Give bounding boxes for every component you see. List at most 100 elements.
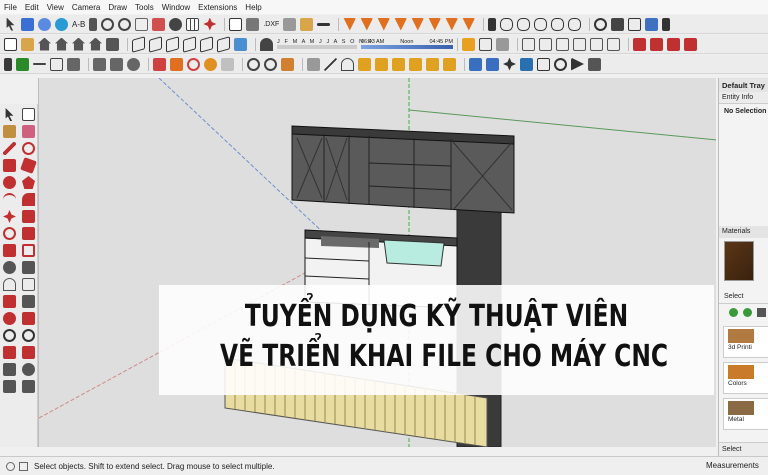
freehand-icon[interactable] <box>22 142 35 155</box>
protractor-icon[interactable] <box>341 57 354 71</box>
axes-icon[interactable] <box>16 57 29 71</box>
orbit-icon[interactable] <box>38 17 51 31</box>
component-icon[interactable] <box>628 17 642 31</box>
cone-icon[interactable] <box>343 17 357 31</box>
home-icon[interactable] <box>38 37 51 51</box>
shadow-icon[interactable] <box>260 37 273 51</box>
select-footer[interactable]: Select <box>719 442 768 456</box>
line-icon[interactable] <box>33 63 46 65</box>
top-view-icon[interactable] <box>539 37 552 51</box>
trash-icon[interactable] <box>520 57 533 71</box>
extension-icon[interactable] <box>684 37 697 51</box>
axes-icon[interactable] <box>3 295 16 308</box>
grid-icon[interactable] <box>186 17 200 31</box>
circle-icon[interactable] <box>3 176 16 189</box>
new-file-icon[interactable] <box>4 37 17 51</box>
stretch-icon[interactable] <box>358 57 371 71</box>
glasses-icon[interactable] <box>500 17 514 31</box>
glasses-icon[interactable] <box>568 17 582 31</box>
rotate-icon[interactable] <box>101 17 115 31</box>
text-icon[interactable] <box>50 57 63 71</box>
ruler-icon[interactable] <box>307 57 320 71</box>
section-plane-icon[interactable] <box>462 37 475 51</box>
menu-camera[interactable]: Camera <box>72 3 100 12</box>
camera-icon[interactable] <box>153 57 166 71</box>
settings-icon[interactable] <box>588 57 601 71</box>
stretch-icon[interactable] <box>409 57 422 71</box>
box-icon[interactable] <box>200 35 213 53</box>
brush-icon[interactable] <box>469 57 482 71</box>
orbit-icon[interactable] <box>3 312 16 325</box>
slash-icon[interactable] <box>324 57 337 71</box>
shadow-date-slider[interactable]: J F M A M J J A S O N D <box>277 39 372 49</box>
cone-icon[interactable] <box>462 17 476 31</box>
tape-measure-label[interactable]: A-B <box>72 20 85 29</box>
stretch-icon[interactable] <box>392 57 405 71</box>
box-icon[interactable] <box>149 35 162 53</box>
move-icon[interactable] <box>3 210 16 223</box>
person-icon[interactable] <box>93 57 106 71</box>
home-icon[interactable] <box>55 37 68 51</box>
box-icon[interactable] <box>132 35 145 53</box>
folder-icon[interactable] <box>300 17 314 31</box>
cone-icon[interactable] <box>428 17 442 31</box>
material-folder-metal[interactable]: Metal <box>723 398 768 430</box>
materials-header[interactable]: Materials <box>719 226 768 238</box>
front-view-icon[interactable] <box>556 37 569 51</box>
walk-icon[interactable] <box>3 380 16 393</box>
box-icon[interactable] <box>234 37 247 51</box>
import-icon[interactable] <box>246 17 260 31</box>
stretch-icon[interactable] <box>443 57 456 71</box>
back-view-icon[interactable] <box>590 37 603 51</box>
back-icon[interactable] <box>729 308 738 317</box>
offset-icon[interactable] <box>22 244 35 257</box>
follow-me-icon[interactable] <box>22 227 35 240</box>
cursor-icon[interactable] <box>488 17 497 31</box>
warehouse-icon[interactable] <box>667 37 680 51</box>
menu-edit[interactable]: Edit <box>25 3 39 12</box>
menu-file[interactable]: File <box>4 3 17 12</box>
pin-icon[interactable] <box>4 57 12 71</box>
protractor-icon[interactable] <box>3 278 16 291</box>
position-camera-icon[interactable] <box>3 363 16 376</box>
menu-extensions[interactable]: Extensions <box>198 3 237 12</box>
dimension-icon[interactable] <box>67 57 80 71</box>
refresh-icon[interactable] <box>118 17 132 31</box>
cone-icon[interactable] <box>411 17 425 31</box>
date-slider-track[interactable] <box>277 45 357 49</box>
glasses-icon[interactable] <box>551 17 565 31</box>
cone-icon[interactable] <box>360 17 374 31</box>
layout-icon[interactable] <box>283 17 297 31</box>
open-icon[interactable] <box>21 37 34 51</box>
stretch-icon[interactable] <box>375 57 388 71</box>
section-fill-icon[interactable] <box>496 37 509 51</box>
paint-bucket-icon[interactable] <box>21 17 34 31</box>
eraser-icon[interactable] <box>22 125 35 138</box>
stretch-icon[interactable] <box>426 57 439 71</box>
pie-icon[interactable] <box>22 193 35 206</box>
entity-info-header[interactable]: Entity Info <box>719 92 768 104</box>
select-icon[interactable] <box>5 108 14 121</box>
box-icon[interactable] <box>166 35 179 53</box>
text-icon[interactable] <box>22 278 35 291</box>
circle-icon[interactable] <box>187 57 200 71</box>
brush-icon[interactable] <box>486 57 499 71</box>
time-slider-track[interactable] <box>361 45 453 49</box>
sun-icon[interactable] <box>204 57 217 71</box>
box-icon[interactable] <box>217 35 230 53</box>
pencil-icon[interactable] <box>281 57 294 71</box>
zoom-extents-icon[interactable] <box>264 57 277 71</box>
eraser-icon[interactable] <box>135 17 149 31</box>
zoom-icon[interactable] <box>3 329 16 342</box>
dimension-icon[interactable] <box>22 261 35 274</box>
walk-icon[interactable] <box>110 57 123 71</box>
look-around-icon[interactable] <box>22 363 35 376</box>
select-arrow-icon[interactable] <box>6 17 15 31</box>
arc-icon[interactable] <box>3 193 16 206</box>
cursor-icon[interactable] <box>89 17 98 31</box>
polygon-icon[interactable] <box>22 176 35 189</box>
play-icon[interactable] <box>571 57 584 71</box>
scale-icon[interactable] <box>3 244 16 257</box>
material-folder-colors[interactable]: Colors <box>723 362 768 394</box>
cursor-icon[interactable] <box>662 17 671 31</box>
